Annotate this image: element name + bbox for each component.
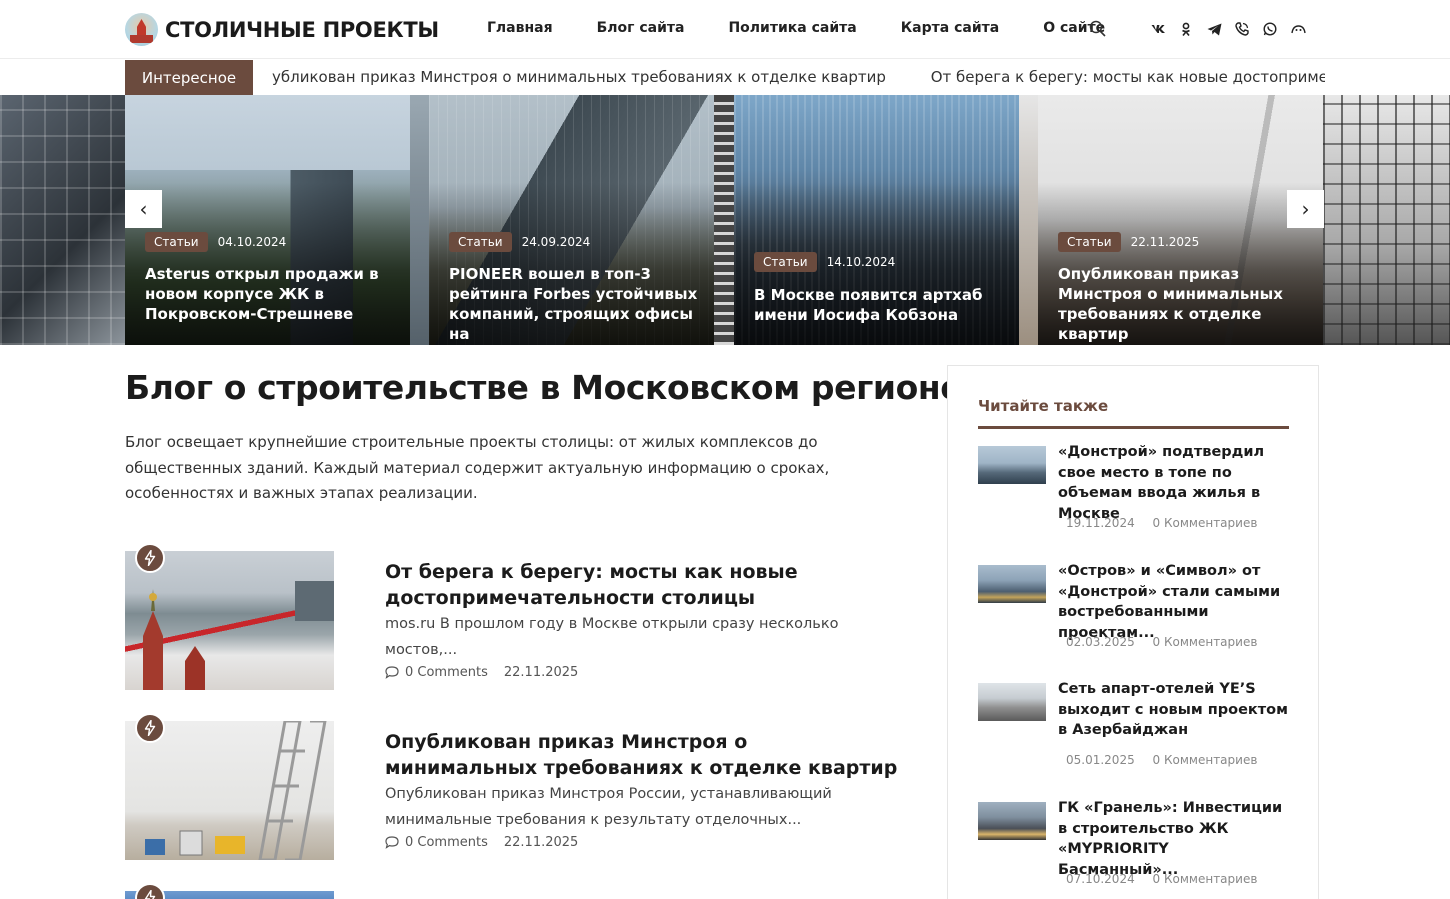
comment-icon <box>385 836 399 849</box>
sidebar-item-comments[interactable]: 0 Комментариев <box>1153 516 1258 530</box>
sidebar-thumbnail[interactable] <box>978 802 1046 840</box>
social-links <box>1150 21 1318 37</box>
bolt-icon <box>135 883 165 899</box>
category-badge[interactable]: Статьи <box>1058 232 1121 252</box>
sidebar-thumbnail[interactable] <box>978 683 1046 721</box>
slide-card[interactable]: Статьи 04.10.2024 Asterus открыл продажи… <box>125 95 410 345</box>
slide-meta: Статьи 22.11.2025 <box>1058 232 1199 252</box>
slide-meta: Статьи 14.10.2024 <box>754 252 895 272</box>
sidebar-item-title[interactable]: «Остров» и «Символ» от «Донстрой» стали … <box>1058 561 1290 643</box>
nav-item-blog[interactable]: Блог сайта <box>597 20 685 36</box>
sidebar-item-title[interactable]: ГК «Гранель»: Инвестиции в строительство… <box>1058 798 1290 880</box>
slide-title[interactable]: Опубликован приказ Минстроя о минимальны… <box>1058 264 1308 344</box>
slide-title[interactable]: Asterus открыл продажи в новом корпусе Ж… <box>145 264 395 324</box>
ok-icon[interactable] <box>1178 21 1194 37</box>
category-badge[interactable]: Статьи <box>449 232 512 252</box>
sidebar-item-meta: 02.03.2025 0 Комментариев <box>1066 635 1271 649</box>
slide-gap <box>410 95 429 345</box>
telegram-icon[interactable] <box>1206 21 1222 37</box>
slide-card[interactable]: Статьи 22.11.2025 Опубликован приказ Мин… <box>1038 95 1323 345</box>
sidebar-item-meta: 19.11.2024 0 Комментариев <box>1066 516 1271 530</box>
whatsapp-icon[interactable] <box>1262 21 1278 37</box>
slide-partial-left[interactable] <box>0 95 125 345</box>
news-ticker: Интересное убликован приказ Минстроя о м… <box>125 60 1325 95</box>
post-thumbnail[interactable] <box>125 721 334 860</box>
viber-icon[interactable] <box>1234 21 1250 37</box>
slide-meta: Статьи 24.09.2024 <box>449 232 590 252</box>
sidebar-thumbnail[interactable] <box>978 565 1046 603</box>
slide-gap <box>1019 95 1038 345</box>
bolt-icon <box>135 713 165 743</box>
sidebar-divider <box>978 426 1289 429</box>
post-excerpt: mos.ru В прошлом году в Москве открыли с… <box>385 616 839 658</box>
sidebar-item-date: 02.03.2025 <box>1066 635 1135 649</box>
bolt-icon <box>135 543 165 573</box>
post-comments-count: 0 Comments <box>405 835 488 850</box>
nav-item-sitemap[interactable]: Карта сайта <box>901 20 999 36</box>
sidebar-item-date: 07.10.2024 <box>1066 872 1135 886</box>
sidebar-item-comments[interactable]: 0 Комментариев <box>1153 872 1258 886</box>
category-badge[interactable]: Статьи <box>145 232 208 252</box>
sidebar-item-date: 19.11.2024 <box>1066 516 1135 530</box>
slider-prev-button[interactable]: ‹ <box>125 190 162 228</box>
slide-date: 14.10.2024 <box>826 255 896 269</box>
vk-icon[interactable] <box>1150 21 1166 37</box>
sidebar-item-comments[interactable]: 0 Комментариев <box>1153 635 1258 649</box>
post-thumbnail[interactable] <box>125 551 334 690</box>
sidebar-read-also: Читайте также «Донстрой» подтвердил свое… <box>947 365 1319 899</box>
post-meta: 0 Comments 22.11.2025 <box>385 665 578 680</box>
slide-gap <box>714 95 734 345</box>
ticker-track: убликован приказ Минстроя о минимальных … <box>272 68 1325 86</box>
nav-item-home[interactable]: Главная <box>487 20 553 36</box>
max-icon[interactable] <box>1290 21 1306 37</box>
post-excerpt: Опубликован приказ Минстроя России, уста… <box>385 786 832 828</box>
slide-card[interactable]: Статьи 24.09.2024 PIONEER вошел в топ-3 … <box>429 95 714 345</box>
ticker-item[interactable]: От берега к берегу: мосты как новые дост… <box>931 68 1325 86</box>
post-item <box>125 883 915 899</box>
slide-card[interactable]: Статьи 14.10.2024 В Москве появится артх… <box>734 95 1019 345</box>
post-comments-count: 0 Comments <box>405 665 488 680</box>
sidebar-item-meta: 07.10.2024 0 Комментариев <box>1066 872 1271 886</box>
kremlin-logo-icon <box>125 13 158 46</box>
site-logo[interactable]: СТОЛИЧНЫЕ ПРОЕКТЫ <box>125 13 439 46</box>
page-intro: Блог освещает крупнейшие строительные пр… <box>125 433 830 502</box>
site-logo-text[interactable]: СТОЛИЧНЫЕ ПРОЕКТЫ <box>165 18 439 42</box>
nav-item-policy[interactable]: Политика сайта <box>728 20 856 36</box>
slide-meta: Статьи 04.10.2024 <box>145 232 286 252</box>
post-comments[interactable]: 0 Comments <box>385 835 488 850</box>
slide-date: 04.10.2024 <box>217 235 287 249</box>
sidebar-item-date: 05.01.2025 <box>1066 753 1135 767</box>
ticker-label: Интересное <box>125 60 253 95</box>
sidebar-item-title[interactable]: «Донстрой» подтвердил свое место в топе … <box>1058 442 1290 524</box>
post-comments[interactable]: 0 Comments <box>385 665 488 680</box>
site-header: СТОЛИЧНЫЕ ПРОЕКТЫ Главная Блог сайта Пол… <box>0 0 1450 59</box>
search-icon[interactable] <box>1089 20 1106 37</box>
slide-title[interactable]: В Москве появится артхаб имени Иосифа Ко… <box>754 285 1004 325</box>
sidebar-item-title[interactable]: Сеть апарт-отелей YE’S выходит с новым п… <box>1058 679 1290 741</box>
post-date: 22.11.2025 <box>503 665 579 680</box>
post-date: 22.11.2025 <box>503 835 579 850</box>
sidebar-title: Читайте также <box>978 397 1109 415</box>
slide-date: 24.09.2024 <box>521 235 591 249</box>
sidebar-thumbnail[interactable] <box>978 446 1046 484</box>
slide-partial-right[interactable] <box>1323 95 1450 345</box>
sidebar-item-comments[interactable]: 0 Комментариев <box>1153 753 1258 767</box>
featured-slider: Статьи 04.10.2024 Asterus открыл продажи… <box>0 95 1450 345</box>
slide-title[interactable]: PIONEER вошел в топ-3 рейтинга Forbes ус… <box>449 264 699 344</box>
comment-icon <box>385 666 399 679</box>
sidebar-item-meta: 05.01.2025 0 Комментариев <box>1066 753 1271 767</box>
ticker-item[interactable]: убликован приказ Минстроя о минимальных … <box>272 68 886 86</box>
category-badge[interactable]: Статьи <box>754 252 817 272</box>
chevron-left-icon: ‹ <box>139 197 148 221</box>
slider-next-button[interactable]: › <box>1287 190 1324 228</box>
slide-date: 22.11.2025 <box>1130 235 1200 249</box>
chevron-right-icon: › <box>1301 197 1310 221</box>
page-title: Блог о строительстве в Московском регион… <box>125 368 963 407</box>
post-title[interactable]: Опубликован приказ Минстроя о минимальны… <box>385 729 905 781</box>
post-meta: 0 Comments 22.11.2025 <box>385 835 578 850</box>
post-title[interactable]: От берега к берегу: мосты как новые дост… <box>385 559 905 611</box>
main-nav: Главная Блог сайта Политика сайта Карта … <box>487 20 1149 36</box>
